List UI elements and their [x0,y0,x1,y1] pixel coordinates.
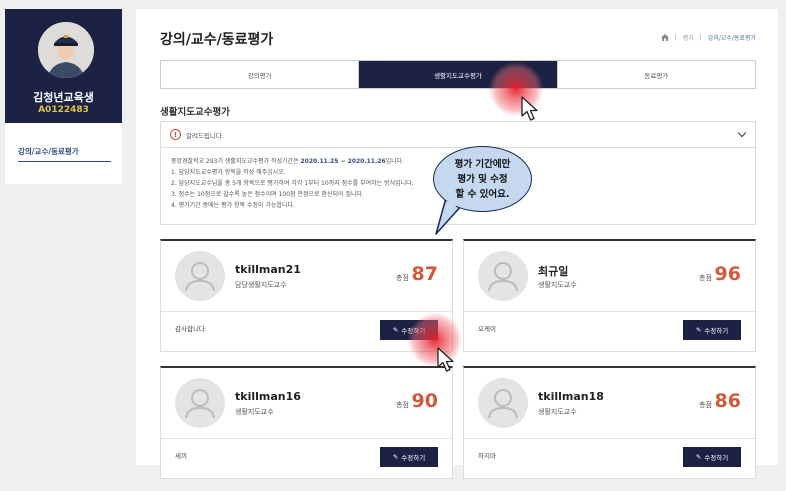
card-divider [161,438,452,439]
avatar [38,22,94,78]
callout-line: 평가 및 수정 [457,173,508,185]
evaluation-period: 2020.11.25 ~ 2020.11.26 [300,158,386,165]
professor-name: tkillman18 [538,390,604,403]
card-divider [464,438,755,439]
score-value: 86 [714,390,741,412]
professor-role: 생활지도교수 [538,408,577,416]
score-label: 총점 [699,274,712,282]
card-divider [464,311,755,312]
tab-bar: 강의평가 생활지도교수평가 동료평가 [160,60,756,89]
breadcrumb: | 평가 | 강의/교수/동료평가 [660,33,756,42]
chevron-down-icon[interactable] [737,128,747,138]
breadcrumb-sep: | [674,34,677,41]
notice-line-text: 입니다. [385,158,405,165]
pencil-icon: ✎ [392,326,399,334]
user-id: A0122483 [38,105,89,115]
breadcrumb-item-current: 강의/교수/동료평가 [707,35,756,42]
sidebar: 김청년교육생 A0122483 강의/교수/동료평가 [5,9,122,184]
page-title: 강의/교수/동료평가 [160,32,274,48]
evaluation-comment: 세끼 [175,452,187,460]
professor-role: 생활지도교수 [235,408,274,416]
edit-button-label: 수정하기 [704,327,729,335]
pencil-icon: ✎ [695,326,702,334]
person-icon [478,378,528,428]
profile-panel: 김청년교육생 A0122483 [5,9,122,123]
notice-heading: 알려드립니다. [186,131,224,140]
pencil-icon: ✎ [695,453,702,461]
evaluation-comment: 하지마 [478,452,496,460]
help-callout: 평가 기간에만 평가 및 수정 할 수 있어요. [433,146,532,212]
card-divider [161,311,452,312]
sidebar-item-evaluation[interactable]: 강의/교수/동료평가 [18,146,79,157]
score-label: 총점 [396,401,409,409]
edit-button[interactable]: ✎수정하기 [683,447,741,467]
sidebar-item-underline [18,161,111,162]
professor-name: tkillman21 [235,263,301,276]
score-label: 총점 [699,401,712,409]
person-icon [175,378,225,428]
edit-button[interactable]: ✎수정하기 [380,447,438,467]
person-icon [478,251,528,301]
breadcrumb-sep: | [699,34,702,41]
section-title: 생활지도교수평가 [160,107,230,118]
score-label: 총점 [396,274,409,282]
score-value: 87 [411,263,438,285]
score-value: 90 [411,390,438,412]
professor-card: 최규일 생활지도교수 총점 96 오케이 ✎ 수정하기 [463,239,756,352]
pointer-cursor-icon [437,347,454,372]
user-name: 김청년교육생 [33,91,94,104]
professor-card: tkillman18 생활지도교수 총점 86 하지마 ✎ 수정하기 [463,366,756,479]
notice-toggle[interactable]: ! 알려드립니다. [161,122,755,148]
edit-button[interactable]: ✎수정하기 [683,320,741,340]
professor-role: 생활지도교수 [538,281,577,289]
warning-icon: ! [170,129,181,140]
professor-card: tkillman16 생활지도교수 총점 90 세끼 ✎ 수정하기 [160,366,453,479]
tab-lecture-evaluation[interactable]: 강의평가 [161,61,360,88]
callout-line: 평가 기간에만 [454,158,511,170]
pencil-icon: ✎ [392,453,399,461]
professor-role: 담당생활지도교수 [235,281,287,289]
professor-name: 최규일 [538,265,569,278]
professor-name: tkillman16 [235,390,301,403]
score-value: 96 [714,263,741,285]
pointer-cursor-icon [521,96,538,121]
person-icon [175,251,225,301]
edit-button-label: 수정하기 [704,454,729,462]
notice-line-text: 중앙경찰학교 293기 생활지도교수평가 작성기간은 [171,158,301,165]
evaluation-comment: 오케이 [478,325,496,333]
tab-peer-evaluation[interactable]: 동료평가 [558,61,755,88]
evaluation-comment: 감사합니다. [175,325,207,333]
home-icon[interactable] [660,34,669,41]
edit-button-label: 수정하기 [401,454,426,462]
breadcrumb-item-evaluation[interactable]: 평가 [683,33,694,42]
callout-line: 할 수 있어요. [455,188,510,200]
